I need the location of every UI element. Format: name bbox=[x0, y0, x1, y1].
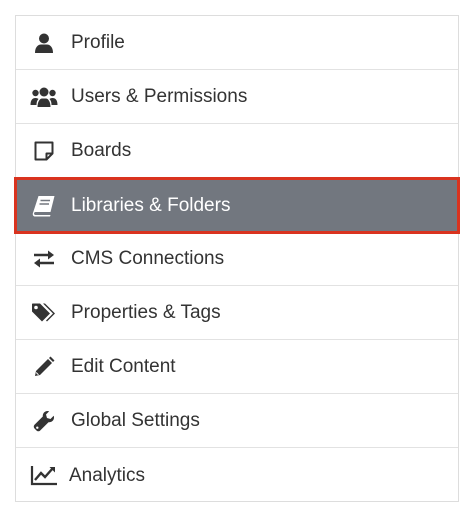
menu-item-label: Properties & Tags bbox=[71, 302, 221, 323]
menu-item-boards[interactable]: Boards bbox=[16, 124, 458, 178]
menu-item-global-settings[interactable]: Global Settings bbox=[16, 394, 458, 448]
line-chart-icon bbox=[30, 461, 58, 489]
users-icon bbox=[30, 83, 58, 111]
exchange-icon bbox=[30, 245, 58, 273]
book-icon bbox=[30, 192, 58, 220]
wrench-icon bbox=[30, 407, 58, 435]
user-icon bbox=[30, 29, 58, 57]
menu-item-label: Libraries & Folders bbox=[71, 195, 231, 216]
menu-item-users-permissions[interactable]: Users & Permissions bbox=[16, 70, 458, 124]
menu-item-label: CMS Connections bbox=[71, 248, 225, 269]
menu-item-profile[interactable]: Profile bbox=[16, 16, 458, 70]
menu-item-libraries-folders[interactable]: Libraries & Folders bbox=[14, 177, 460, 234]
menu-item-label: Analytics bbox=[69, 464, 146, 486]
menu-item-properties-tags[interactable]: Properties & Tags bbox=[16, 286, 458, 340]
menu-item-label: Profile bbox=[71, 32, 125, 53]
menu-item-edit-content[interactable]: Edit Content bbox=[16, 340, 458, 394]
pencil-icon bbox=[30, 353, 58, 381]
tags-icon bbox=[30, 299, 58, 327]
settings-menu: Profile Users & Permissions Boards CMS C… bbox=[14, 15, 460, 502]
menu-item-cms-connections[interactable]: CMS Connections bbox=[16, 232, 458, 286]
menu-item-label: Global Settings bbox=[71, 410, 200, 431]
menu-item-label: Edit Content bbox=[71, 356, 176, 377]
sticky-note-icon bbox=[30, 137, 58, 165]
menu-item-analytics[interactable]: Analytics bbox=[16, 448, 458, 502]
menu-item-label: Users & Permissions bbox=[71, 86, 248, 107]
menu-item-label: Boards bbox=[71, 140, 132, 161]
